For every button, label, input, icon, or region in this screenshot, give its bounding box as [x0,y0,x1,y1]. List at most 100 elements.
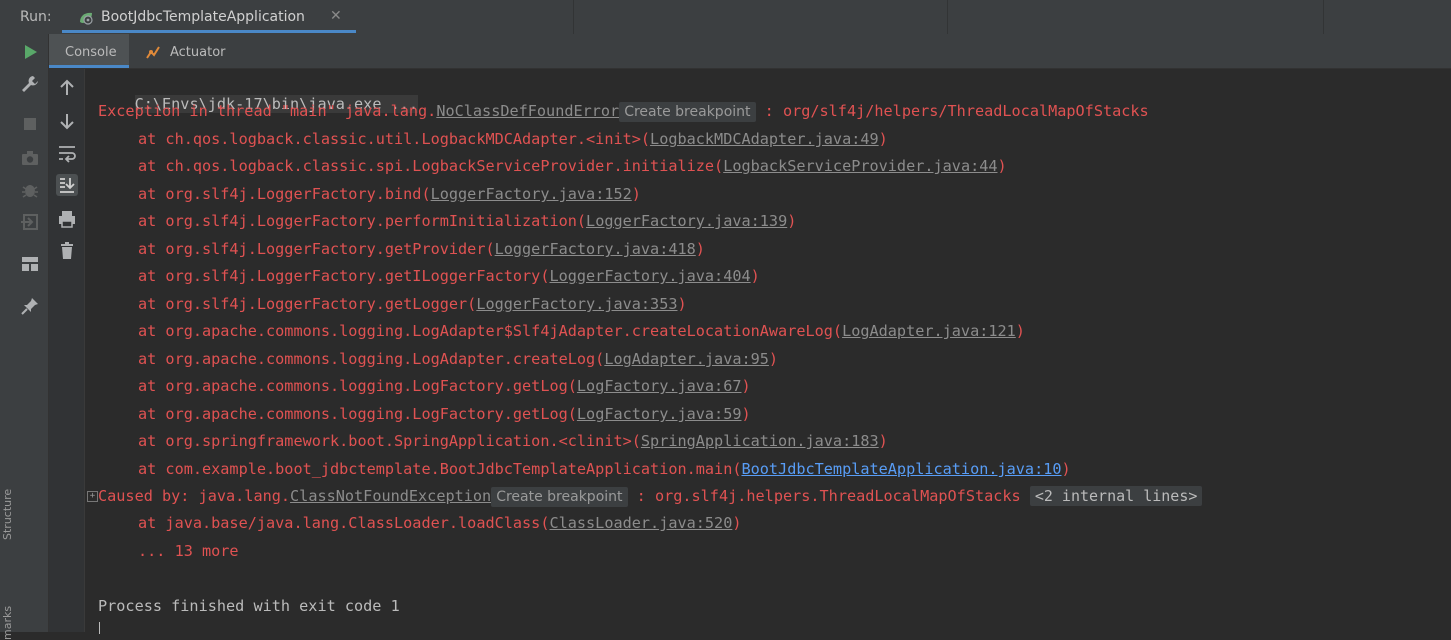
run-sub-tabs: Console Actuator [49,34,1451,69]
frame-source-link[interactable]: ClassLoader.java:520 [549,514,732,532]
stack-frame: at org.slf4j.LoggerFactory.performInitia… [138,211,796,231]
active-tab-indicator [62,30,356,33]
frame-source-link[interactable]: BootJdbcTemplateApplication.java:10 [741,460,1061,478]
frame-text: at org.springframework.boot.SpringApplic… [138,432,641,450]
frame-source-link[interactable]: LogFactory.java:67 [577,377,742,395]
frame-text: at org.apache.commons.logging.LogFactory… [138,405,577,423]
frame-text: at com.example.boot_jdbctemplate.BootJdb… [138,460,742,478]
stack-frame: at com.example.boot_jdbctemplate.BootJdb… [138,459,1071,479]
frame-text: at ch.qos.logback.classic.util.LogbackMD… [138,130,651,148]
arrow-down-icon[interactable] [56,110,78,132]
toolbar-divider [1323,0,1324,34]
console-output[interactable]: C:\Envs\jdk-17\bin\java.exe ... Exceptio… [85,69,1451,634]
stack-frame: at org.slf4j.LoggerFactory.bind(LoggerFa… [138,184,641,204]
toolbar-divider [573,0,574,34]
tab-console-label: Console [65,45,117,60]
print-icon[interactable] [56,208,78,230]
run-icon[interactable] [20,42,40,62]
run-toolbar: Run: BootJdbcTemplateApplication ✕ [0,0,1451,35]
frame-end: ) [741,405,751,423]
frame-end: ) [741,377,751,395]
frame-text: at org.apache.commons.logging.LogAdapter… [138,350,605,368]
exception-class-link[interactable]: NoClassDefFoundError [436,102,619,120]
camera-icon[interactable] [20,148,40,168]
wrench-icon[interactable] [20,74,40,94]
frame-source-link[interactable]: LogbackMDCAdapter.java:49 [650,130,879,148]
stack-frame: at org.apache.commons.logging.LogFactory… [138,404,751,424]
spring-boot-icon [80,12,93,25]
frame-end: ) [878,432,888,450]
layout-icon[interactable] [20,254,40,274]
frame-source-link[interactable]: LoggerFactory.java:139 [586,212,787,230]
tab-actuator-label: Actuator [170,45,226,60]
frame-end: ) [631,185,641,203]
run-label: Run: [20,9,52,25]
tab-console[interactable]: Console [49,34,129,68]
exception-line: Exception in thread "main" java.lang.NoC… [98,101,1149,122]
stack-frame: at org.apache.commons.logging.LogAdapter… [138,321,1025,341]
caused-by-message: : org.slf4j.helpers.ThreadLocalMapOfStac… [627,487,1030,505]
stop-icon[interactable] [20,114,40,134]
exception-prefix: Exception in thread "main" java.lang. [98,102,437,120]
caused-by-prefix: Caused by: java.lang. [98,487,291,505]
create-breakpoint-button[interactable]: Create breakpoint [491,487,628,507]
frame-source-link[interactable]: LogAdapter.java:95 [604,350,769,368]
more-frames: ... 13 more [138,542,239,560]
stack-frame: at ch.qos.logback.classic.spi.LogbackSer… [138,156,1007,176]
run-tab-boot-jdbc-template-application[interactable]: BootJdbcTemplateApplication ✕ [62,0,356,34]
run-tab-title: BootJdbcTemplateApplication [101,9,305,25]
frame-end: ) [695,240,705,258]
exception-message: : org/slf4j/helpers/ThreadLocalMapOfStac… [755,102,1149,120]
frame-text: at org.slf4j.LoggerFactory.getILoggerFac… [138,267,550,285]
frame-source-link[interactable]: LoggerFactory.java:404 [549,267,750,285]
frame-source-link[interactable]: LoggerFactory.java:418 [495,240,696,258]
frame-source-link[interactable]: LogbackServiceProvider.java:44 [723,157,997,175]
internal-lines-fold[interactable]: <2 internal lines> [1029,486,1203,506]
caused-by-class-link[interactable]: ClassNotFoundException [290,487,491,505]
frame-source-link[interactable]: SpringApplication.java:183 [641,432,879,450]
toolbar-divider [947,0,948,34]
scroll-to-end-icon[interactable] [56,174,78,196]
frame-text: at org.slf4j.LoggerFactory.performInitia… [138,212,587,230]
frame-end: ) [750,267,760,285]
active-tab-indicator [49,65,129,68]
caused-by-line: Caused by: java.lang.ClassNotFoundExcept… [98,486,1203,507]
frame-end: ) [732,514,742,532]
frame-text: at org.apache.commons.logging.LogFactory… [138,377,577,395]
run-actions-toolbar [12,34,49,632]
frame-end: ) [878,130,888,148]
stack-frame: at org.slf4j.LoggerFactory.getILoggerFac… [138,266,760,286]
console-toolbar [49,69,85,632]
expand-fold-icon[interactable]: + [87,491,98,502]
soft-wrap-icon[interactable] [56,142,78,164]
frame-end: ) [1015,322,1025,340]
stack-frame: at org.slf4j.LoggerFactory.getProvider(L… [138,239,705,259]
stack-frame: at org.slf4j.LoggerFactory.getLogger(Log… [138,294,687,314]
frame-text: at org.slf4j.LoggerFactory.getLogger( [138,295,477,313]
pin-icon[interactable] [20,296,40,316]
frame-end: ) [997,157,1007,175]
frame-text: at java.base/java.lang.ClassLoader.loadC… [138,514,550,532]
frame-text: at org.slf4j.LoggerFactory.getProvider( [138,240,495,258]
debug-icon[interactable] [20,180,40,200]
stack-frame: at ch.qos.logback.classic.util.LogbackMD… [138,129,888,149]
create-breakpoint-button[interactable]: Create breakpoint [619,102,756,122]
command-line: C:\Envs\jdk-17\bin\java.exe ... [98,74,419,113]
arrow-up-icon[interactable] [56,77,78,99]
tab-actuator[interactable]: Actuator [133,34,233,68]
frame-end: ) [1061,460,1071,478]
frame-source-link[interactable]: LogAdapter.java:121 [842,322,1016,340]
text-caret [99,622,100,634]
frame-source-link[interactable]: LoggerFactory.java:152 [431,185,632,203]
stack-frame: at org.apache.commons.logging.LogFactory… [138,376,751,396]
frame-text: at org.apache.commons.logging.LogAdapter… [138,322,843,340]
close-icon[interactable]: ✕ [330,8,342,24]
frame-end: ) [787,212,797,230]
frame-source-link[interactable]: LoggerFactory.java:353 [476,295,677,313]
frame-end: ) [768,350,779,368]
frame-source-link[interactable]: LogFactory.java:59 [577,405,742,423]
trash-icon[interactable] [56,240,78,262]
stack-frame: at org.springframework.boot.SpringApplic… [138,431,888,451]
stack-frame: at org.apache.commons.logging.LogAdapter… [138,349,778,369]
login-icon[interactable] [20,212,40,232]
